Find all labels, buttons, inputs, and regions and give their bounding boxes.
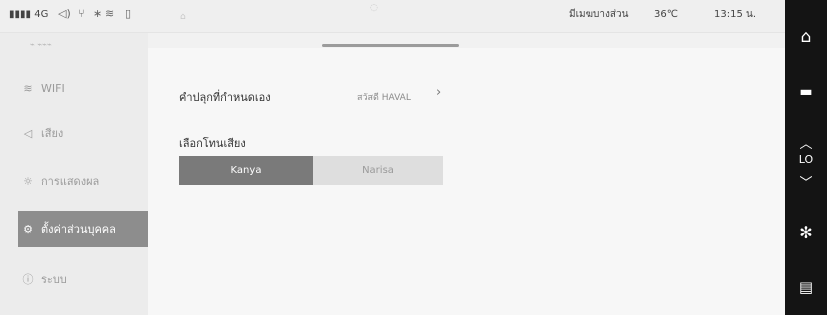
sidebar-item-label: ระบบ [41, 273, 67, 286]
phone-status-icon: ▯ [125, 7, 132, 20]
weather-label: มีเมฆบางส่วน [569, 9, 629, 20]
vehicle-control-bar: ⌂ ▬ ︿ LO ﹀ ✻ ▤ [785, 0, 827, 315]
usb-icon: ⑂ [78, 7, 85, 20]
sidebar-item-hidden: ⌁ ⌁⌁⌁ [30, 39, 52, 49]
sidebar-item-label: การแสดงผล [41, 175, 100, 188]
wake-word-value: สวัสดี HAVAL [357, 93, 411, 103]
sidebar-item-wifi[interactable]: ≋ WIFI [18, 70, 148, 106]
wake-word-label: คำปลุกที่กำหนดเอง [179, 91, 271, 104]
voice-option-narisa[interactable]: Narisa [313, 156, 443, 185]
weather-faint-icon: ◌ [370, 3, 378, 13]
chevron-up-icon[interactable]: ︿ [785, 133, 827, 152]
temperature: 36℃ [654, 9, 678, 20]
gear-icon: ⚙ [23, 222, 33, 236]
volume-icon: ◁) [58, 7, 71, 20]
bluetooth-icon: ∗ [93, 7, 103, 20]
sidebar-item-label: WIFI [41, 81, 65, 95]
panel-drag-handle[interactable] [322, 44, 459, 47]
sound-icon: ◁ [23, 126, 33, 140]
sun-icon: ☼ [23, 174, 33, 188]
settings-content: คำปลุกที่กำหนดเอง สวัสดี HAVAL › เลือกโท… [148, 48, 785, 315]
voice-option-label: Narisa [362, 165, 394, 176]
sidebar-item-system[interactable]: ⓘ ระบบ [18, 261, 148, 297]
sidebar-item-personal[interactable]: ⚙ ตั้งค่าส่วนบุคคล [18, 211, 149, 247]
wifi-status-icon: ≋ [105, 7, 115, 20]
wifi-icon: ≋ [23, 81, 33, 95]
temperature-mode: LO [798, 153, 814, 166]
network-type: 4G [34, 9, 49, 20]
phone-icon[interactable]: ▤ [785, 278, 827, 296]
voice-option-kanya[interactable]: Kanya [179, 156, 313, 185]
sidebar-item-sound[interactable]: ◁ เสียง [18, 115, 148, 151]
info-icon: ⓘ [22, 273, 34, 286]
signal-strength: ▮▮▮▮ 4G [9, 9, 48, 21]
chevron-right-icon: › [436, 85, 442, 100]
home-faint-icon: ⌂ [180, 12, 186, 22]
screen: ▮▮▮▮ 4G ◁) ⑂ ∗ ≋ ▯ ⌂ ◌ มีเมฆบางส่วน 36℃ … [0, 0, 785, 315]
clock: 13:15 น. [714, 9, 757, 20]
home-icon[interactable]: ⌂ [785, 27, 827, 47]
sidebar-item-label: ตั้งค่าส่วนบุคคล [41, 223, 116, 236]
sidebar-item-label: เสียง [41, 127, 64, 140]
sidebar-item-display[interactable]: ☼ การแสดงผล [18, 163, 148, 199]
settings-sidebar: ⌁ ⌁⌁⌁ ≋ WIFI ◁ เสียง ☼ การแสดงผล ⚙ ตั้งค… [0, 33, 149, 315]
voice-tone-label: เลือกโทนเสียง [179, 137, 246, 150]
signal-bars-icon: ▮▮▮▮ [9, 9, 32, 20]
fan-icon[interactable]: ✻ [785, 223, 827, 242]
car-seat-icon[interactable]: ▬ [785, 84, 827, 100]
voice-option-label: Kanya [230, 165, 262, 176]
status-bar: ▮▮▮▮ 4G ◁) ⑂ ∗ ≋ ▯ ⌂ ◌ มีเมฆบางส่วน 36℃ … [0, 0, 785, 33]
chevron-down-icon[interactable]: ﹀ [785, 172, 827, 191]
